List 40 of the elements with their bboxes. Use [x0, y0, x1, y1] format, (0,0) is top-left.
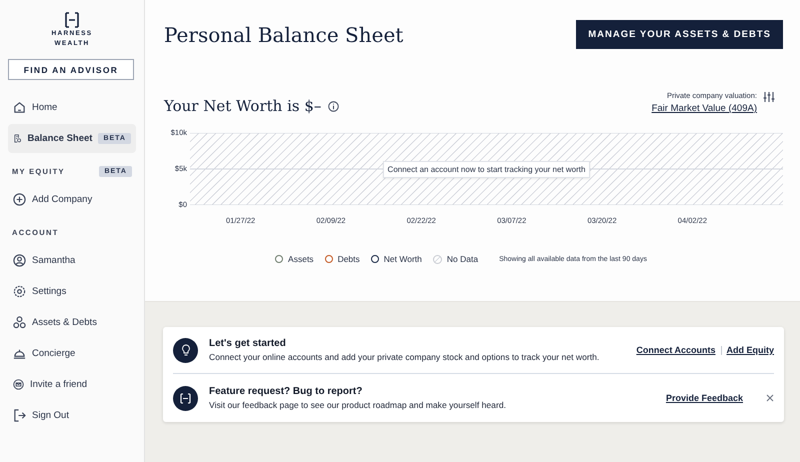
legend-label: Assets — [288, 254, 314, 264]
info-icon[interactable] — [328, 100, 340, 112]
nav-item[interactable]: Add Company — [8, 185, 136, 214]
circles-icon — [13, 316, 26, 329]
logo-icon — [173, 386, 198, 410]
add-icon — [13, 193, 26, 206]
home-icon — [13, 101, 26, 114]
notice-title: Let's get started — [209, 338, 287, 349]
page-title: Personal Balance Sheet — [164, 22, 404, 46]
legend-label: Net Worth — [384, 254, 422, 264]
nav-item[interactable]: Concierge — [8, 339, 136, 368]
bell-icon — [13, 347, 26, 360]
settings-icon — [13, 285, 26, 298]
sliders-icon[interactable] — [763, 91, 775, 103]
lightbulb-icon — [173, 338, 198, 362]
nav-item[interactable]: Samantha — [8, 246, 136, 275]
nav-item[interactable]: Home — [8, 93, 136, 122]
close-button[interactable] — [766, 394, 774, 402]
manage-assets-button[interactable]: MANAGE YOUR ASSETS & DEBTS — [576, 20, 783, 49]
document-icon — [13, 132, 22, 145]
nav-item[interactable]: Assets & Debts — [8, 308, 136, 337]
sign-out-icon — [13, 409, 26, 422]
user-icon — [13, 254, 26, 267]
notice-text: Visit our feedback page to see our product roadmap and make yourself heard. — [209, 400, 507, 410]
legend-label: No Data — [446, 254, 478, 264]
valuation-link[interactable]: Fair Market Value (409A) — [652, 103, 757, 114]
empty-chart-message: Connect an account now to start tracking your net worth — [382, 160, 590, 178]
notice-link[interactable]: Connect Accounts — [636, 345, 716, 355]
net-worth-heading: Your Net Worth is $– — [164, 97, 322, 115]
nav-item[interactable]: Invite a friend — [8, 370, 136, 399]
envelope-icon — [13, 379, 24, 390]
notice-title: Feature request? Bug to report? — [209, 386, 364, 397]
find-advisor-button[interactable]: FIND AN ADVISOR — [8, 59, 134, 80]
notice-link[interactable]: Provide Feedback — [666, 393, 743, 403]
notice-link[interactable]: Add Equity — [726, 345, 774, 355]
nav-item[interactable]: Sign Out — [8, 401, 136, 430]
notice-text: Connect your online accounts and add your private company stock and options to track your net worth. — [209, 352, 600, 362]
logo-icon — [64, 12, 80, 28]
legend-label: Debts — [338, 254, 360, 264]
nav-item[interactable]: Settings — [8, 277, 136, 306]
